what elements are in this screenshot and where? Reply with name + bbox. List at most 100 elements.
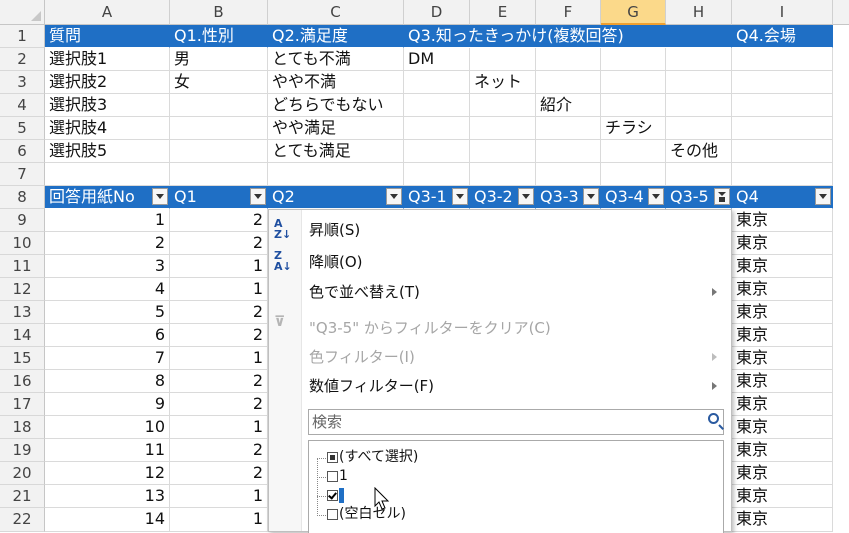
row-header[interactable]: 9 [0,209,45,232]
cell-b6[interactable] [170,140,268,163]
table-cell-q4[interactable]: 東京 [732,393,833,416]
table-cell-q4[interactable]: 東京 [732,508,833,532]
checkbox-select-all[interactable] [327,452,338,463]
cell-h3[interactable] [666,71,732,94]
cell-c1[interactable]: Q2.満足度 [268,25,404,48]
table-cell-q4[interactable]: 東京 [732,462,833,485]
filter-item-select-all[interactable]: (すべて選択) [339,446,418,468]
row-header[interactable]: 14 [0,324,45,347]
cell-d7[interactable] [404,163,470,186]
table-cell-no[interactable]: 4 [45,278,170,301]
table-cell-no[interactable]: 9 [45,393,170,416]
cell-e7[interactable] [470,163,536,186]
row-header[interactable]: 1 [0,25,45,48]
row-header[interactable]: 10 [0,232,45,255]
filter-item-blank[interactable]: (空白セル) [339,503,406,525]
cell-i2[interactable] [732,48,833,71]
filter-search-input[interactable]: 検索 [308,409,724,435]
cell-d6[interactable] [404,140,470,163]
checkbox-item-1[interactable] [327,471,338,482]
table-cell-no[interactable]: 8 [45,370,170,393]
cell-i1[interactable]: Q4.会場 [732,25,833,48]
row-header[interactable]: 3 [0,71,45,94]
cell-e5[interactable] [470,117,536,140]
table-cell-no[interactable]: 6 [45,324,170,347]
table-cell-q1[interactable]: 2 [170,209,268,232]
cell-c5[interactable]: やや満足 [268,117,404,140]
cell-a3[interactable]: 選択肢2 [45,71,170,94]
column-header-b[interactable]: B [170,0,268,25]
table-cell-no[interactable]: 10 [45,416,170,439]
cell-i6[interactable] [732,140,833,163]
table-cell-q4[interactable]: 東京 [732,347,833,370]
menu-item-clear-filter[interactable]: "Q3-5" からフィルターをクリア(C) [309,316,551,340]
table-cell-q1[interactable]: 1 [170,347,268,370]
table-cell-no[interactable]: 7 [45,347,170,370]
row-header[interactable]: 4 [0,94,45,117]
table-cell-no[interactable]: 3 [45,255,170,278]
column-header-h[interactable]: H [666,0,732,25]
row-header[interactable]: 13 [0,301,45,324]
cell-f5[interactable] [536,117,601,140]
table-cell-q1[interactable]: 1 [170,508,268,532]
cell-g2[interactable] [601,48,666,71]
row-header[interactable]: 22 [0,508,45,532]
cell-d4[interactable] [404,94,470,117]
row-header[interactable]: 17 [0,393,45,416]
cell-f7[interactable] [536,163,601,186]
cell-c3[interactable]: やや不満 [268,71,404,94]
cell-a5[interactable]: 選択肢4 [45,117,170,140]
cell-g3[interactable] [601,71,666,94]
cell-d5[interactable] [404,117,470,140]
row-header[interactable]: 16 [0,370,45,393]
cell-f6[interactable] [536,140,601,163]
table-header-q3-5[interactable]: Q3-5 [666,186,732,209]
table-cell-q1[interactable]: 2 [170,301,268,324]
table-cell-no[interactable]: 14 [45,508,170,532]
select-all-corner[interactable] [0,0,45,25]
table-cell-q4[interactable]: 東京 [732,439,833,462]
table-header-q3-2[interactable]: Q3-2 [470,186,536,209]
cell-b4[interactable] [170,94,268,117]
column-header-f[interactable]: F [536,0,601,25]
cell-f3[interactable] [536,71,601,94]
row-header[interactable]: 20 [0,462,45,485]
cell-h2[interactable] [666,48,732,71]
cell-e2[interactable] [470,48,536,71]
cell-i4[interactable] [732,94,833,117]
cell-h6[interactable]: その他 [666,140,732,163]
row-header[interactable]: 12 [0,278,45,301]
filter-dropdown-button[interactable] [386,188,402,205]
column-header-c[interactable]: C [268,0,404,25]
filter-dropdown-button[interactable] [250,188,266,205]
cell-b2[interactable]: 男 [170,48,268,71]
cell-a4[interactable]: 選択肢3 [45,94,170,117]
cell-g4[interactable] [601,94,666,117]
column-header-d[interactable]: D [404,0,470,25]
table-cell-q1[interactable]: 1 [170,416,268,439]
table-cell-q4[interactable]: 東京 [732,416,833,439]
table-cell-no[interactable]: 5 [45,301,170,324]
cell-c4[interactable]: どちらでもない [268,94,404,117]
table-cell-q4[interactable]: 東京 [732,278,833,301]
table-header-q3-3[interactable]: Q3-3 [536,186,601,209]
row-header[interactable]: 5 [0,117,45,140]
cell-b3[interactable]: 女 [170,71,268,94]
menu-item-sort-by-color[interactable]: 色で並べ替え(T) [309,280,420,304]
table-cell-q4[interactable]: 東京 [732,485,833,508]
row-header[interactable]: 7 [0,163,45,186]
cell-a2[interactable]: 選択肢1 [45,48,170,71]
cell-a7[interactable] [45,163,170,186]
cell-d1[interactable]: Q3.知ったきっかけ(複数回答) [404,25,732,48]
table-cell-q4[interactable]: 東京 [732,255,833,278]
table-cell-no[interactable]: 12 [45,462,170,485]
table-cell-q1[interactable]: 2 [170,232,268,255]
table-cell-q1[interactable]: 2 [170,393,268,416]
table-cell-q1[interactable]: 2 [170,370,268,393]
cell-e3[interactable]: ネット [470,71,536,94]
table-header-q4[interactable]: Q4 [732,186,833,209]
table-cell-no[interactable]: 13 [45,485,170,508]
cell-c7[interactable] [268,163,404,186]
checkbox-blank[interactable] [327,509,338,520]
cell-i7[interactable] [732,163,833,186]
